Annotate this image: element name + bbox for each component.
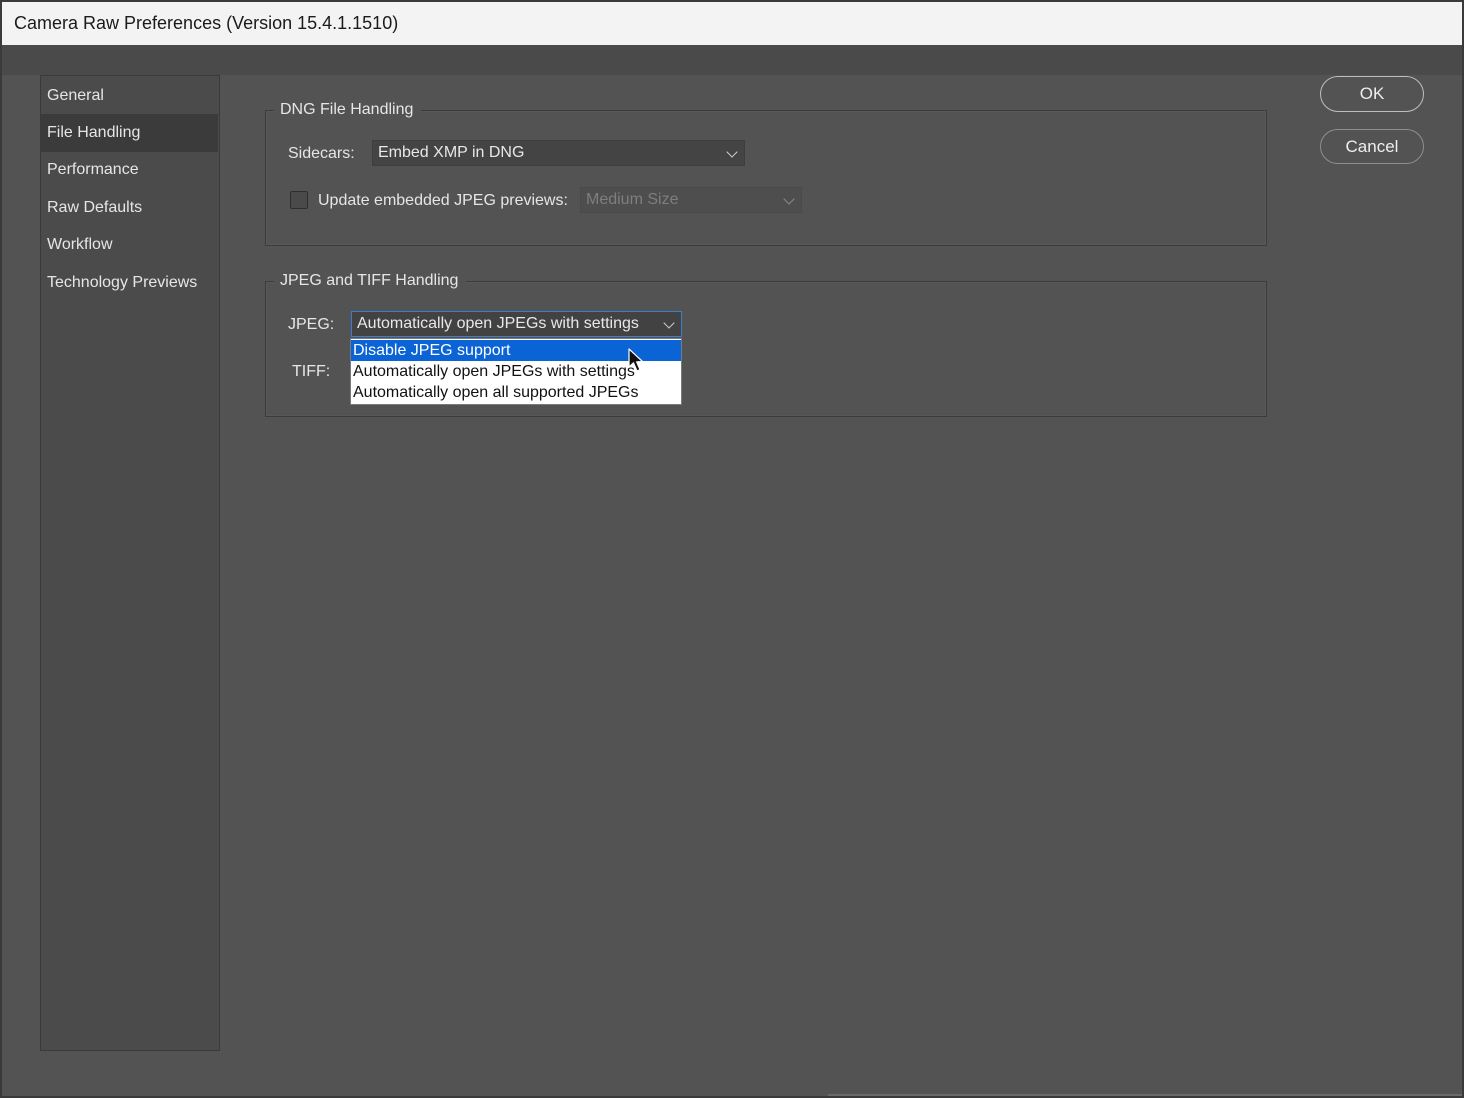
sidebar-item-label: Workflow — [47, 236, 113, 253]
update-previews-label: Update embedded JPEG previews: — [318, 192, 568, 209]
sidebar-item-performance[interactable]: Performance — [41, 151, 218, 189]
jpeg-select[interactable]: Automatically open JPEGs with settings — [351, 311, 682, 337]
chevron-down-icon — [783, 193, 795, 205]
sidebar-item-label: Performance — [47, 161, 139, 178]
jpeg-select-value: Automatically open JPEGs with settings — [357, 315, 639, 332]
preview-size-select: Medium Size — [580, 187, 802, 213]
sidebar-item-raw-defaults[interactable]: Raw Defaults — [41, 189, 218, 227]
sidebar-item-general[interactable]: General — [41, 77, 218, 115]
jpeg-option-label: Automatically open all supported JPEGs — [353, 384, 639, 401]
sidebar-item-technology-previews[interactable]: Technology Previews — [41, 264, 218, 302]
ok-button[interactable]: OK — [1320, 76, 1424, 112]
jpeg-tiff-handling-legend: JPEG and TIFF Handling — [274, 271, 467, 291]
tiff-label: TIFF: — [292, 363, 331, 380]
update-previews-checkbox[interactable] — [290, 191, 308, 209]
window-title-bar: Camera Raw Preferences (Version 15.4.1.1… — [2, 2, 1462, 45]
jpeg-option-open-all[interactable]: Automatically open all supported JPEGs — [351, 382, 681, 403]
sidebar-item-label: Technology Previews — [47, 274, 198, 291]
jpeg-option-label: Automatically open JPEGs with settings — [353, 363, 635, 380]
sidebar-item-label: File Handling — [47, 124, 141, 141]
sidecars-select[interactable]: Embed XMP in DNG — [372, 140, 745, 166]
preview-size-value: Medium Size — [586, 191, 679, 208]
jpeg-option-label: Disable JPEG support — [353, 342, 511, 359]
mouse-pointer-icon — [628, 348, 644, 372]
window-title: Camera Raw Preferences (Version 15.4.1.1… — [14, 13, 399, 33]
sidebar-item-workflow[interactable]: Workflow — [41, 226, 218, 264]
chevron-down-icon — [726, 146, 738, 158]
sidebar-item-file-handling[interactable]: File Handling — [41, 114, 218, 152]
sidebar-item-label: Raw Defaults — [47, 199, 143, 216]
cancel-button[interactable]: Cancel — [1320, 129, 1424, 164]
chevron-down-icon — [663, 317, 675, 329]
dng-file-handling-legend: DNG File Handling — [274, 100, 422, 120]
jpeg-label: JPEG: — [288, 316, 335, 333]
sidebar-item-label: General — [47, 87, 104, 104]
sidecars-label: Sidecars: — [288, 145, 355, 162]
preferences-sidebar: General File Handling Performance Raw De… — [40, 75, 220, 1051]
title-shade — [2, 45, 1462, 75]
dng-file-handling-group — [265, 110, 1267, 246]
sidecars-select-value: Embed XMP in DNG — [378, 144, 525, 161]
window-bottom-edge — [828, 1094, 1462, 1098]
